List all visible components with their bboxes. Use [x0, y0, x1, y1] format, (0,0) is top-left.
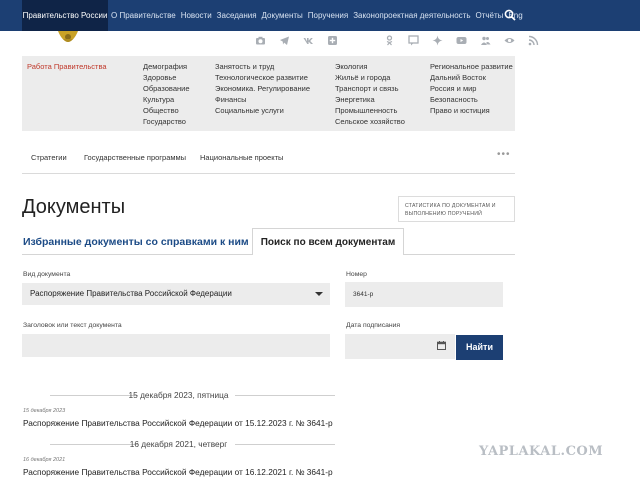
nav-meetings[interactable]: Заседания: [217, 11, 257, 20]
camera-icon[interactable]: [255, 35, 266, 46]
tab-search-all-documents[interactable]: Поиск по всем документам: [252, 228, 404, 255]
date-separator: 15 декабря 2023, пятница: [22, 390, 335, 400]
ok-icon[interactable]: [384, 34, 395, 46]
number-input[interactable]: 3641-р: [345, 282, 503, 307]
category-link[interactable]: Региональное развитие: [430, 61, 513, 72]
comment-icon[interactable]: [408, 34, 419, 46]
dzen-icon[interactable]: [432, 35, 443, 46]
stats-link-box[interactable]: СТАТИСТИКА ПО ДОКУМЕНТАМ И ВЫПОЛНЕНИЮ ПО…: [398, 196, 515, 222]
category-link[interactable]: Россия и мир: [430, 83, 513, 94]
category-col-4: Региональное развитие Дальний Восток Рос…: [430, 61, 513, 116]
doc-type-value: Распоряжение Правительства Российской Фе…: [30, 289, 232, 298]
category-link[interactable]: Образование: [143, 83, 190, 94]
date-separator: 16 декабря 2021, четверг: [22, 439, 335, 449]
rss-icon[interactable]: [528, 35, 539, 46]
find-button[interactable]: Найти: [456, 335, 503, 360]
category-link[interactable]: Транспорт и связь: [335, 83, 405, 94]
chevron-down-icon: [315, 292, 323, 296]
watermark: YAPLAKAL.COM: [479, 444, 604, 459]
youtube-icon[interactable]: [456, 35, 467, 46]
calendar-icon[interactable]: [437, 341, 446, 350]
section-nav: Стратегии Государственные программы Наци…: [22, 146, 515, 174]
tab-national-projects[interactable]: Национальные проекты: [200, 153, 283, 162]
top-nav: Правительство России О Правительстве Нов…: [0, 0, 640, 31]
page-title: Документы: [22, 196, 126, 218]
nav-reports[interactable]: Отчёты: [476, 11, 504, 20]
category-link[interactable]: Безопасность: [430, 94, 513, 105]
social-icons: [255, 33, 552, 47]
brand-link[interactable]: Правительство России: [22, 0, 108, 31]
result-date: 15 декабря 2023: [23, 408, 66, 414]
vk-icon[interactable]: [303, 35, 314, 46]
doc-type-select[interactable]: Распоряжение Правительства Российской Фе…: [22, 283, 330, 305]
sign-date-label: Дата подписания: [346, 322, 401, 329]
number-label: Номер: [346, 271, 367, 278]
category-col-2: Занятость и труд Технологическое развити…: [215, 61, 310, 116]
main-nav: О Правительстве Новости Заседания Докуме…: [111, 0, 528, 31]
category-link[interactable]: Экономика. Регулирование: [215, 83, 310, 94]
nav-legislation[interactable]: Законопроектная деятельность: [353, 11, 470, 20]
title-text-input[interactable]: [22, 334, 330, 357]
nav-documents[interactable]: Документы: [262, 11, 303, 20]
category-link[interactable]: Право и юстиция: [430, 105, 513, 116]
category-link[interactable]: Занятость и труд: [215, 61, 310, 72]
number-value: 3641-р: [353, 291, 374, 298]
category-link[interactable]: Социальные услуги: [215, 105, 310, 116]
government-work-link[interactable]: Работа Правительства: [27, 62, 107, 71]
doc-type-label: Вид документа: [23, 271, 71, 278]
plus-icon[interactable]: [327, 35, 338, 46]
category-link[interactable]: Экология: [335, 61, 405, 72]
category-link[interactable]: Демография: [143, 61, 190, 72]
category-link[interactable]: Дальний Восток: [430, 72, 513, 83]
sign-date-input[interactable]: [345, 334, 455, 359]
result-date: 16 декабря 2021: [23, 457, 66, 463]
nav-instructions[interactable]: Поручения: [308, 11, 348, 20]
category-link[interactable]: Здоровье: [143, 72, 190, 83]
category-link[interactable]: Сельское хозяйство: [335, 116, 405, 127]
category-link[interactable]: Культура: [143, 94, 190, 105]
telegram-icon[interactable]: [279, 35, 290, 46]
category-link[interactable]: Финансы: [215, 94, 310, 105]
result-title-link[interactable]: Распоряжение Правительства Российской Фе…: [23, 418, 333, 428]
nav-about[interactable]: О Правительстве: [111, 11, 176, 20]
tab-strategies[interactable]: Стратегии: [31, 153, 67, 162]
category-link[interactable]: Государство: [143, 116, 190, 127]
nav-news[interactable]: Новости: [181, 11, 212, 20]
tab-state-programs[interactable]: Государственные программы: [84, 153, 186, 162]
category-panel: Работа Правительства Демография Здоровье…: [22, 56, 515, 131]
result-title-link[interactable]: Распоряжение Правительства Российской Фе…: [23, 467, 333, 477]
category-link[interactable]: Общество: [143, 105, 190, 116]
more-menu-icon[interactable]: •••: [497, 149, 511, 160]
category-link[interactable]: Энергетика: [335, 94, 405, 105]
tab-favorite-documents[interactable]: Избранные документы со справками к ним: [23, 236, 249, 248]
category-link[interactable]: Жильё и города: [335, 72, 405, 83]
category-col-3: Экология Жильё и города Транспорт и связ…: [335, 61, 405, 127]
category-link[interactable]: Технологическое развитие: [215, 72, 310, 83]
emblem-icon[interactable]: [50, 31, 86, 45]
category-link[interactable]: Промышленность: [335, 105, 405, 116]
community-icon[interactable]: [480, 35, 491, 46]
eye-icon[interactable]: [504, 35, 515, 46]
search-icon[interactable]: [504, 9, 516, 21]
category-col-1: Демография Здоровье Образование Культура…: [143, 61, 190, 127]
title-text-label: Заголовок или текст документа: [23, 322, 122, 329]
